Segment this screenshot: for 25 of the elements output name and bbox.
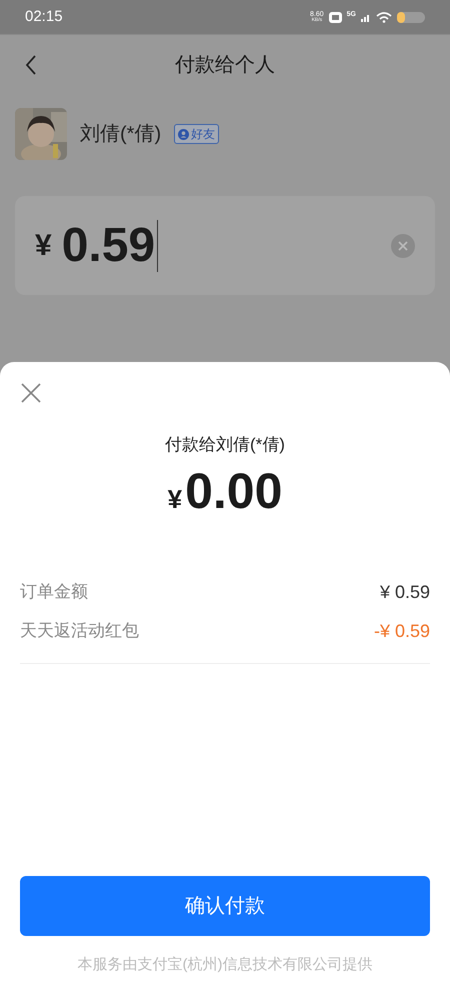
page-title: 付款给个人	[175, 53, 275, 78]
battery-icon	[397, 12, 425, 22]
amount-field[interactable]: ¥ 0.59	[15, 196, 435, 295]
pay-amount: 0.00	[185, 466, 282, 516]
amount-value: 0.59	[62, 222, 156, 270]
currency-sign: ¥	[35, 228, 52, 264]
row-label: 天天返活动红包	[20, 620, 139, 642]
row-value: -¥ 0.59	[374, 620, 430, 642]
row-label: 订单金额	[20, 581, 88, 604]
wifi-icon	[376, 12, 392, 22]
status-time: 02:15	[25, 6, 63, 27]
footer-note: 本服务由支付宝(杭州)信息技术有限公司提供	[78, 954, 372, 974]
row-value: ¥ 0.59	[380, 580, 430, 604]
confirm-button[interactable]: 确认付款	[20, 876, 430, 936]
close-icon	[398, 240, 408, 250]
person-icon	[178, 128, 190, 140]
currency-sign: ¥	[168, 482, 182, 516]
close-button[interactable]	[20, 382, 42, 404]
friend-tag: 好友	[174, 124, 220, 144]
close-icon	[21, 383, 41, 403]
text-cursor	[157, 220, 158, 272]
sheet-title: 付款给刘倩(*倩)	[165, 434, 285, 456]
signal-icon	[361, 12, 371, 22]
back-icon	[25, 54, 37, 76]
payee-name: 刘倩(*倩)	[80, 122, 162, 147]
